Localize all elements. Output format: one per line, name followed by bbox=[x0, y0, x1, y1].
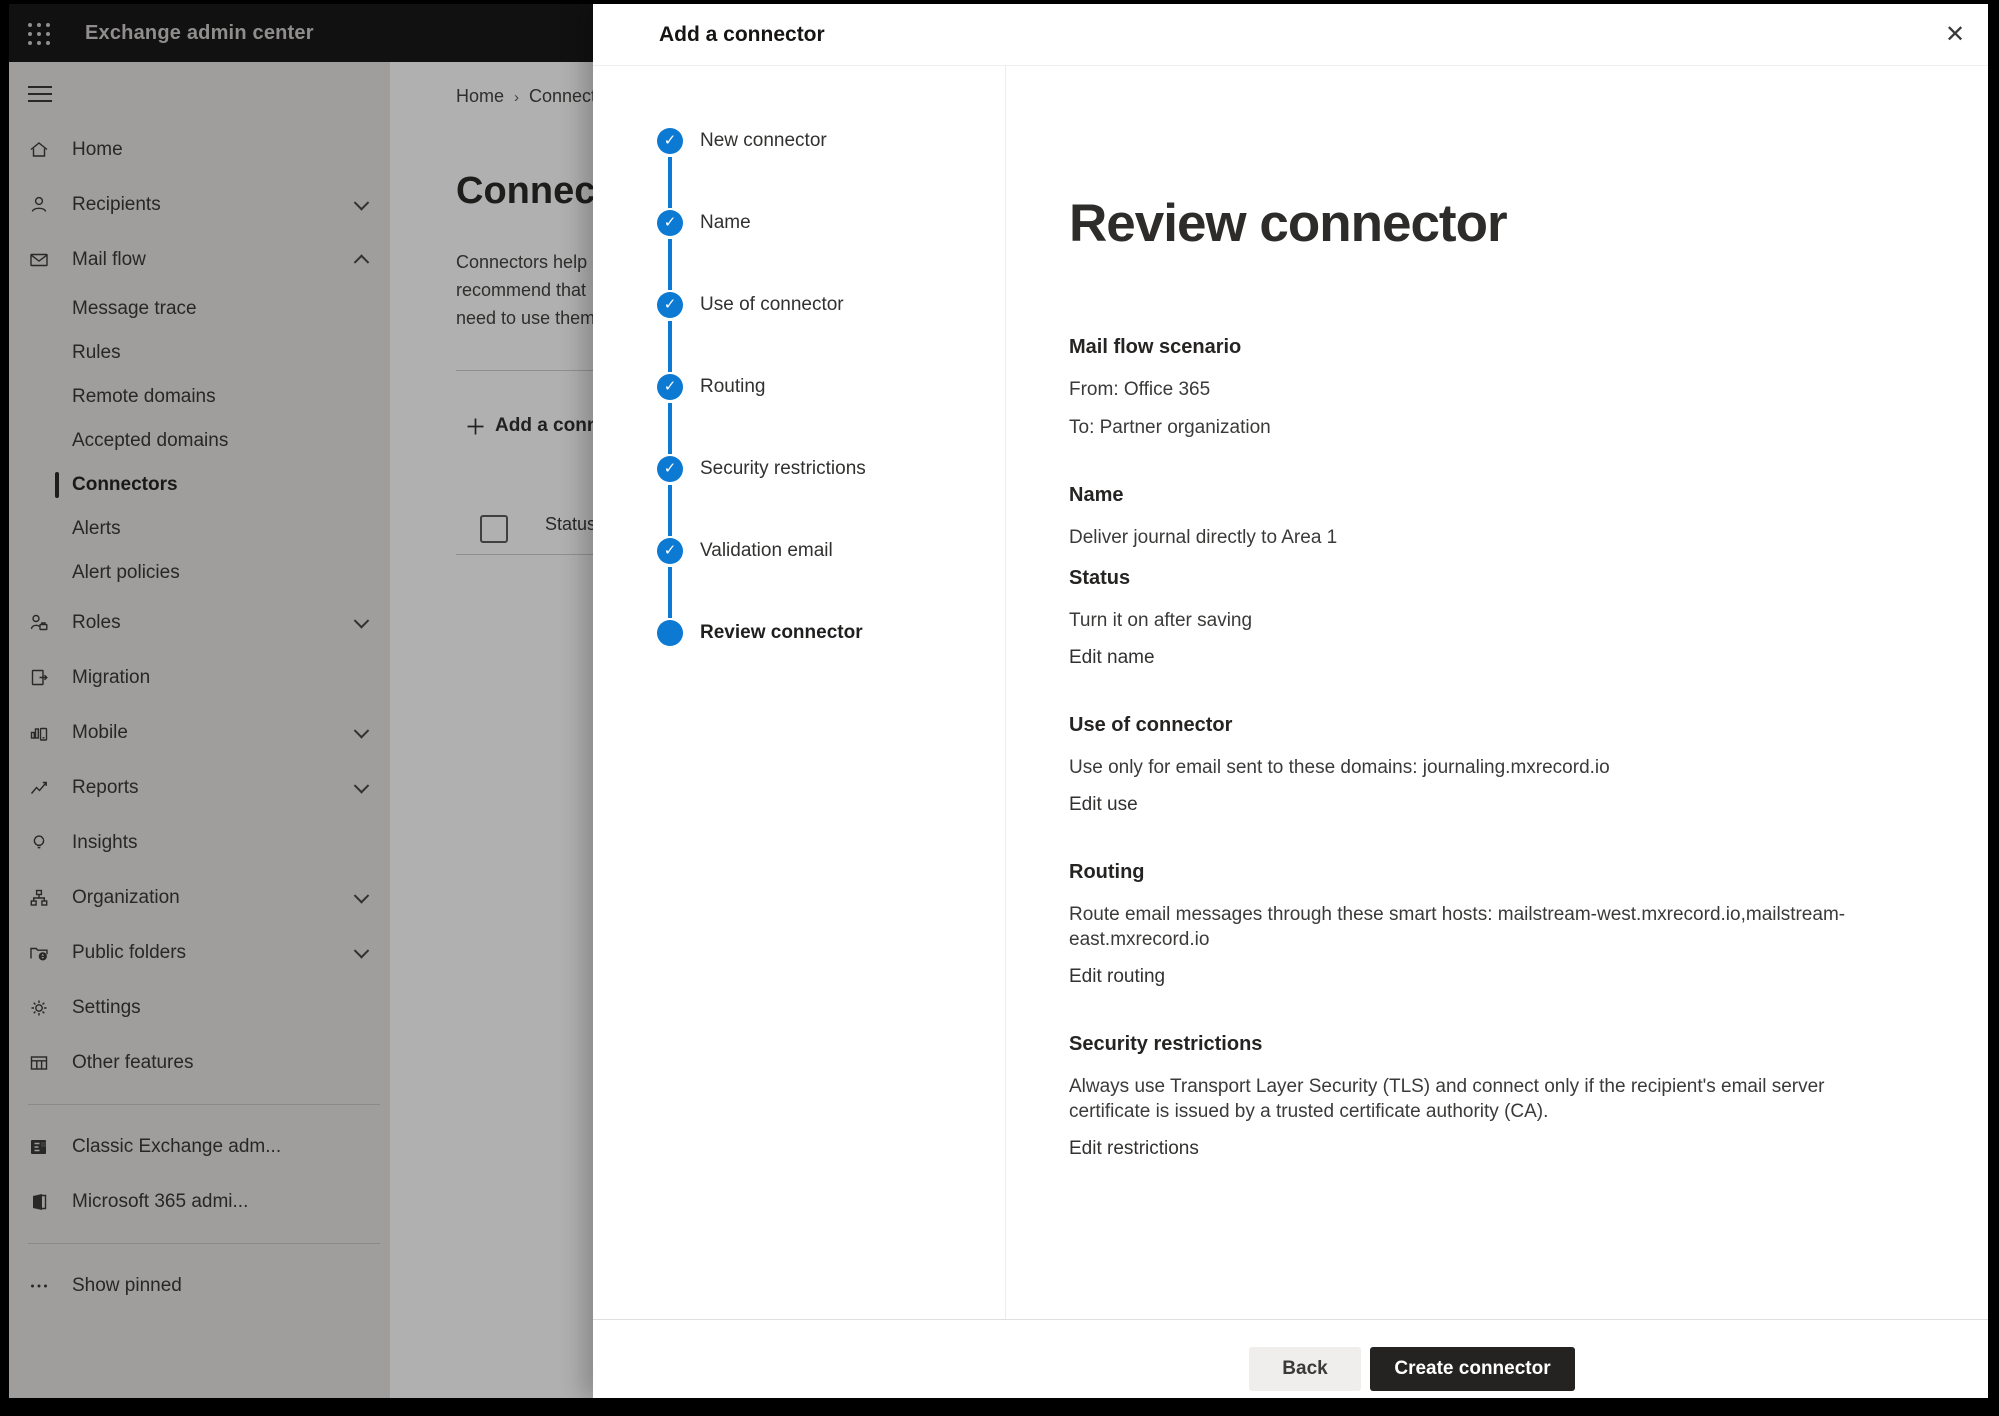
step-label: New connector bbox=[700, 130, 827, 152]
section-text: Always use Transport Layer Security (TLS… bbox=[1069, 1074, 1874, 1124]
step-item-validation-email[interactable]: ✓ Validation email bbox=[593, 510, 1005, 592]
review-heading: Review connector bbox=[1069, 192, 1918, 256]
close-icon: ✕ bbox=[1945, 21, 1965, 48]
step-item-routing[interactable]: ✓ Routing bbox=[593, 346, 1005, 428]
step-label: Use of connector bbox=[700, 294, 844, 316]
step-done-check-icon: ✓ bbox=[657, 292, 683, 318]
step-label: Routing bbox=[700, 376, 766, 398]
section-text: Turn it on after saving bbox=[1069, 608, 1874, 633]
section-text: Deliver journal directly to Area 1 bbox=[1069, 525, 1874, 550]
step-done-check-icon: ✓ bbox=[657, 210, 683, 236]
section-text: From: Office 365 bbox=[1069, 377, 1874, 402]
section-text: Route email messages through these smart… bbox=[1069, 902, 1874, 952]
edit-restrictions-link[interactable]: Edit restrictions bbox=[1069, 1137, 1199, 1161]
section-heading: Name bbox=[1069, 483, 1918, 508]
edit-routing-link[interactable]: Edit routing bbox=[1069, 965, 1165, 989]
review-section-use-of-connector: Use of connector Use only for email sent … bbox=[1069, 713, 1918, 817]
step-label: Review connector bbox=[700, 622, 863, 644]
step-label: Name bbox=[700, 212, 751, 234]
create-connector-button[interactable]: Create connector bbox=[1370, 1347, 1575, 1391]
close-button[interactable]: ✕ bbox=[1937, 18, 1973, 54]
step-done-check-icon: ✓ bbox=[657, 374, 683, 400]
section-heading: Security restrictions bbox=[1069, 1032, 1918, 1057]
edit-use-link[interactable]: Edit use bbox=[1069, 793, 1138, 817]
section-heading: Status bbox=[1069, 566, 1918, 591]
step-done-check-icon: ✓ bbox=[657, 538, 683, 564]
review-panel: Review connector Mail flow scenario From:… bbox=[1006, 66, 1988, 1320]
step-item-name[interactable]: ✓ Name bbox=[593, 182, 1005, 264]
section-text: Use only for email sent to these domains… bbox=[1069, 755, 1874, 780]
dialog-body: ✓ New connector ✓ Name ✓ Use of connector ✓ Rou… bbox=[593, 66, 1988, 1320]
add-connector-dialog: Add a connector ✕ ✓ New connector ✓ Name ✓ Us… bbox=[593, 4, 1988, 1398]
review-section-mail-flow-scenario: Mail flow scenario From: Office 365 To: Pa… bbox=[1069, 335, 1918, 440]
review-section-name: Name Deliver journal directly to Area 1 St… bbox=[1069, 483, 1918, 670]
section-heading: Mail flow scenario bbox=[1069, 335, 1918, 360]
review-section-routing: Routing Route email messages through thes… bbox=[1069, 860, 1918, 989]
section-heading: Use of connector bbox=[1069, 713, 1918, 738]
app-window: Home›Connectors Connectors Connectors he… bbox=[9, 4, 1988, 1398]
edit-name-link[interactable]: Edit name bbox=[1069, 646, 1155, 670]
step-current-icon bbox=[657, 620, 683, 646]
back-button[interactable]: Back bbox=[1249, 1347, 1361, 1391]
step-item-review-connector[interactable]: Review connector bbox=[593, 592, 1005, 674]
section-text: To: Partner organization bbox=[1069, 415, 1874, 440]
review-sections: Mail flow scenario From: Office 365 To: Pa… bbox=[1069, 335, 1918, 1161]
step-item-security-restrictions[interactable]: ✓ Security restrictions bbox=[593, 428, 1005, 510]
section-heading: Routing bbox=[1069, 860, 1918, 885]
step-item-new-connector[interactable]: ✓ New connector bbox=[593, 100, 1005, 182]
step-done-check-icon: ✓ bbox=[657, 456, 683, 482]
dialog-footer: Back Create connector bbox=[593, 1319, 1988, 1398]
step-label: Security restrictions bbox=[700, 458, 866, 480]
dialog-title: Add a connector bbox=[659, 4, 825, 65]
step-done-check-icon: ✓ bbox=[657, 128, 683, 154]
step-label: Validation email bbox=[700, 540, 833, 562]
dialog-header: Add a connector ✕ bbox=[593, 4, 1988, 66]
review-section-security-restrictions: Security restrictions Always use Transpor… bbox=[1069, 1032, 1918, 1161]
step-item-use-of-connector[interactable]: ✓ Use of connector bbox=[593, 264, 1005, 346]
wizard-steps: ✓ New connector ✓ Name ✓ Use of connector ✓ Rou… bbox=[593, 66, 1005, 674]
wizard-steps-panel: ✓ New connector ✓ Name ✓ Use of connector ✓ Rou… bbox=[593, 66, 1006, 1320]
